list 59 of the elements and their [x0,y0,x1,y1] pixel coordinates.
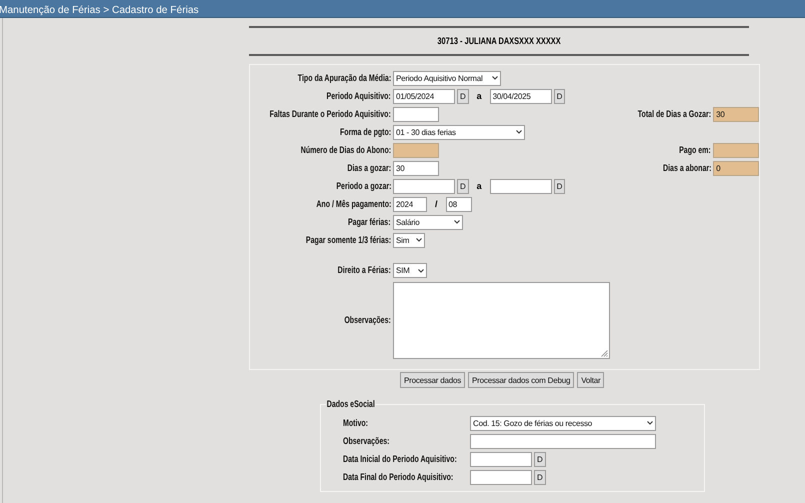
input-field[interactable] [470,434,656,448]
date-picker-button[interactable]: D [554,178,566,194]
chevron-icon [418,268,424,272]
action-button[interactable]: Processar dados [400,372,466,388]
input-field[interactable] [470,452,532,466]
chevron-icon [454,220,460,224]
dropdown[interactable]: SIM [393,263,427,278]
dropdown[interactable]: 01 - 30 dias ferias [393,124,525,140]
breadcrumb: Manutenção de Férias > Cadastro de Férias [0,4,199,18]
field-label: Observações: [343,436,390,446]
chevron-icon [416,238,422,242]
field-label: Motivo: [343,418,368,428]
field-label: Direito a Férias: [338,265,391,276]
dropdown[interactable]: Cod. 15: Gozo de férias ou recesso [470,416,656,430]
field-label: Dias a gozar: [347,162,391,174]
field-label: Periodo a gozar: [336,180,391,192]
separator-label: a [476,181,483,191]
field-label: Pago em: [679,144,712,156]
input-field[interactable] [470,470,532,484]
text-area[interactable] [393,282,610,359]
field-label: Ano / Mês pagamento: [316,198,391,210]
field-label: Faltas Durante o Periodo Aquisitivo: [270,108,391,120]
action-button[interactable]: Voltar [577,372,604,388]
dropdown[interactable]: Periodo Aquisitivo Normal [393,70,501,86]
chevron-icon [647,421,653,425]
input-field[interactable]: 30 [393,160,439,176]
date-picker-button[interactable]: D [534,452,546,466]
date-picker-button[interactable]: D [457,88,469,104]
chevron-icon [516,130,522,134]
field-label: Data Final do Periodo Aquisitivo: [343,472,454,482]
input-field[interactable]: 08 [446,196,472,212]
chevron-icon [492,76,498,80]
field-label: Forma de pgto: [340,126,391,138]
resize-grip-icon [601,350,608,357]
input-field[interactable]: 01/05/2024 [393,88,455,104]
dropdown[interactable]: Sim [393,232,425,248]
input-field[interactable] [490,178,552,194]
field-label: Dias a abonar: [662,162,712,174]
section-legend: Dados eSocial [326,399,376,410]
date-picker-button[interactable]: D [554,88,566,104]
field-label: Pagar férias: [348,216,391,228]
field-label: Total de Dias a Gozar: [638,108,712,120]
separator-label: a [476,91,483,101]
action-button[interactable]: Processar dados com Debug [468,372,574,388]
date-picker-button[interactable]: D [457,178,469,194]
field-label: Pagar somente 1/3 férias: [306,234,391,246]
date-picker-button[interactable]: D [534,470,546,484]
input-field[interactable] [393,178,455,194]
separator-label: / [434,199,439,209]
field-label: Número de Dias do Abono: [300,144,391,156]
field-label: Observações: [344,315,391,326]
field-label: Data Inicial do Periodo Aquisitivo: [343,454,457,464]
dropdown[interactable]: Salário [393,214,463,230]
input-field[interactable]: 30/04/2025 [490,88,552,104]
input-field[interactable] [393,106,439,122]
field-label: Tipo da Apuração da Média: [298,72,391,84]
employee-name: 30713 - JULIANA DAXSXXX XXXXX [437,36,561,46]
input-field[interactable]: 2024 [393,196,427,212]
field-label: Periodo Aquisitivo: [326,90,391,102]
